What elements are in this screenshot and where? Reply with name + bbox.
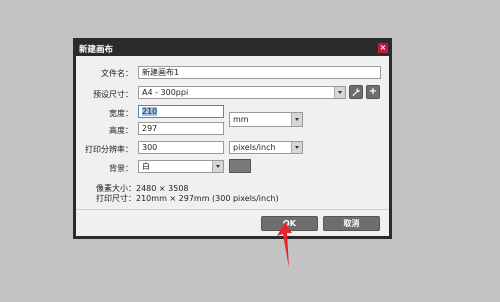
background-select[interactable]: 白 [138,160,224,173]
print-size-value: 210mm × 297mm (300 pixels/inch) [136,194,279,203]
height-input[interactable]: 297 [138,122,224,135]
filename-input[interactable]: 新建画布1 [138,66,381,79]
filename-label: 文件名： [101,69,133,78]
dialog-title: 新建画布 [79,45,114,55]
width-label: 宽度： [109,109,133,118]
preset-label: 预设尺寸： [93,90,133,99]
close-button[interactable]: × [378,43,388,53]
height-label: 高度： [109,126,133,135]
ok-button[interactable]: OK [261,216,318,231]
pixel-size-label: 像素大小： [96,184,136,193]
unit-select[interactable]: mm [229,112,303,127]
resolution-unit-value: pixels/inch [233,143,276,152]
divider [76,209,389,210]
dialog-titlebar[interactable]: 新建画布 × [76,41,389,56]
chevron-down-icon [291,113,302,126]
chevron-down-icon [291,142,302,153]
background-label: 背景： [109,164,133,173]
background-color-swatch[interactable] [229,159,251,173]
print-size-label: 打印尺寸： [96,194,136,203]
print-size-info: 打印尺寸：210mm × 297mm (300 pixels/inch) [96,193,279,204]
width-input[interactable]: 210 [138,105,224,118]
cancel-button[interactable]: 取消 [323,216,380,231]
resolution-input[interactable]: 300 [138,141,224,154]
preset-select-value: A4 - 300ppi [142,88,189,97]
chevron-down-icon [334,87,345,98]
plus-icon[interactable]: + [366,85,380,99]
preset-select[interactable]: A4 - 300ppi [138,86,346,99]
resolution-unit-select[interactable]: pixels/inch [229,141,303,154]
resolution-label: 打印分辨率： [85,145,133,154]
wrench-icon[interactable] [349,85,363,99]
width-input-value: 210 [142,107,158,116]
pixel-size-value: 2480 × 3508 [136,184,189,193]
background-select-value: 白 [142,162,150,171]
unit-select-value: mm [233,115,249,124]
new-canvas-dialog: 新建画布 × 文件名： 新建画布1 预设尺寸： A4 - 300ppi + 宽度… [73,38,392,239]
chevron-down-icon [212,161,223,172]
